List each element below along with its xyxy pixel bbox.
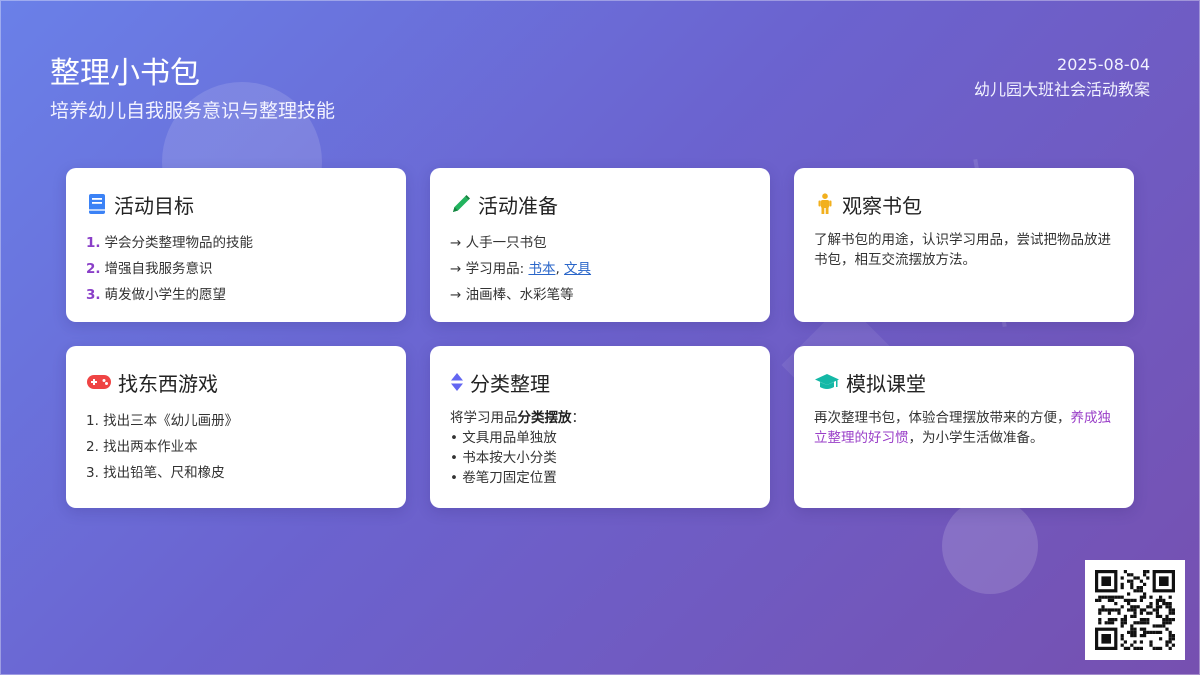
card-sort: 分类整理 将学习用品分类摆放： • 文具用品单独放 • 书本按大小分类 • 卷笔… — [430, 346, 770, 508]
sort-intro: 将学习用品分类摆放： — [450, 408, 750, 428]
list-text: 增强自我服务意识 — [104, 261, 213, 277]
list-number: 1. — [86, 235, 101, 251]
list-item: → 学习用品: 书本, 文具 — [450, 256, 750, 282]
intro-bold: 分类摆放 — [517, 410, 572, 426]
list-item: 3. 找出铅笔、尺和橡皮 — [86, 465, 225, 481]
list-item: → 油画棒、水彩笔等 — [450, 287, 574, 303]
list-number: 3. — [86, 287, 101, 303]
list-item: • 书本按大小分类 — [450, 450, 557, 466]
card-title: 分类整理 — [470, 371, 550, 396]
doc-type-label: 幼儿园大班社会活动教案 — [973, 80, 1150, 99]
card-game: 找东西游戏 1. 找出三本《幼儿画册》 2. 找出两本作业本 3. 找出铅笔、尺… — [66, 346, 406, 508]
game-list: 1. 找出三本《幼儿画册》 2. 找出两本作业本 3. 找出铅笔、尺和橡皮 — [86, 408, 386, 486]
list-item: 1. 学会分类整理物品的技能 — [86, 230, 386, 256]
body-text: 再次整理书包，体验合理摆放带来的方便， — [814, 410, 1071, 426]
body-text: ，为小学生活做准备。 — [908, 430, 1044, 446]
list-text: → 学习用品: — [450, 261, 529, 277]
list-item: → 人手一只书包 — [450, 235, 547, 251]
card-title: 找东西游戏 — [118, 371, 218, 396]
book-icon — [86, 193, 108, 215]
card-prep: 活动准备 → 人手一只书包 → 学习用品: 书本, 文具 → 油画棒、水彩笔等 — [430, 168, 770, 322]
qr-code-icon[interactable] — [1085, 560, 1185, 660]
card-observe: 观察书包 了解书包的用途，认识学习用品，尝试把物品放进书包，相互交流摆放方法。 — [794, 168, 1134, 322]
goals-list: 1. 学会分类整理物品的技能 2. 增强自我服务意识 3. 萌发做小学生的愿望 — [86, 230, 386, 308]
page-title: 整理小书包 — [50, 56, 200, 91]
pencil-icon — [450, 193, 472, 215]
intro-text: 将学习用品 — [450, 410, 518, 426]
sort-content: 将学习用品分类摆放： • 文具用品单独放 • 书本按大小分类 • 卷笔刀固定位置 — [450, 408, 750, 488]
observe-text: 了解书包的用途，认识学习用品，尝试把物品放进书包，相互交流摆放方法。 — [814, 232, 1111, 268]
child-icon — [814, 193, 836, 215]
list-item: 1. 找出三本《幼儿画册》 — [86, 413, 239, 429]
sort-icon — [450, 371, 464, 393]
link-stationery[interactable]: 文具 — [564, 261, 591, 277]
list-item: • 卷笔刀固定位置 — [450, 470, 557, 486]
list-text: 学会分类整理物品的技能 — [104, 235, 254, 251]
date-label: 2025-08-04 — [1057, 55, 1150, 74]
list-item: • 文具用品单独放 — [450, 430, 557, 446]
card-title: 活动目标 — [114, 193, 194, 218]
card-title: 观察书包 — [842, 193, 922, 218]
list-item: 2. 找出两本作业本 — [86, 439, 198, 455]
card-title: 模拟课堂 — [846, 371, 926, 396]
list-item: 3. 萌发做小学生的愿望 — [86, 282, 386, 308]
link-books[interactable]: 书本 — [528, 261, 555, 277]
page-subtitle: 培养幼儿自我服务意识与整理技能 — [50, 100, 336, 122]
list-item: 2. 增强自我服务意识 — [86, 256, 386, 282]
list-text: 萌发做小学生的愿望 — [104, 287, 227, 303]
gamepad-icon — [86, 371, 112, 393]
class-text: 再次整理书包，体验合理摆放带来的方便，养成独立整理的好习惯，为小学生活做准备。 — [814, 408, 1114, 448]
header-meta: 2025-08-04 幼儿园大班社会活动教案 — [974, 52, 1150, 102]
link-separator: , — [555, 261, 565, 277]
card-title: 活动准备 — [478, 193, 558, 218]
graduation-cap-icon — [814, 371, 840, 393]
intro-text: ： — [571, 410, 586, 426]
card-class: 模拟课堂 再次整理书包，体验合理摆放带来的方便，养成独立整理的好习惯，为小学生活… — [794, 346, 1134, 508]
prep-list: → 人手一只书包 → 学习用品: 书本, 文具 → 油画棒、水彩笔等 — [450, 230, 750, 308]
list-number: 2. — [86, 261, 101, 277]
card-goals: 活动目标 1. 学会分类整理物品的技能 2. 增强自我服务意识 3. 萌发做小学生的愿… — [66, 168, 406, 322]
